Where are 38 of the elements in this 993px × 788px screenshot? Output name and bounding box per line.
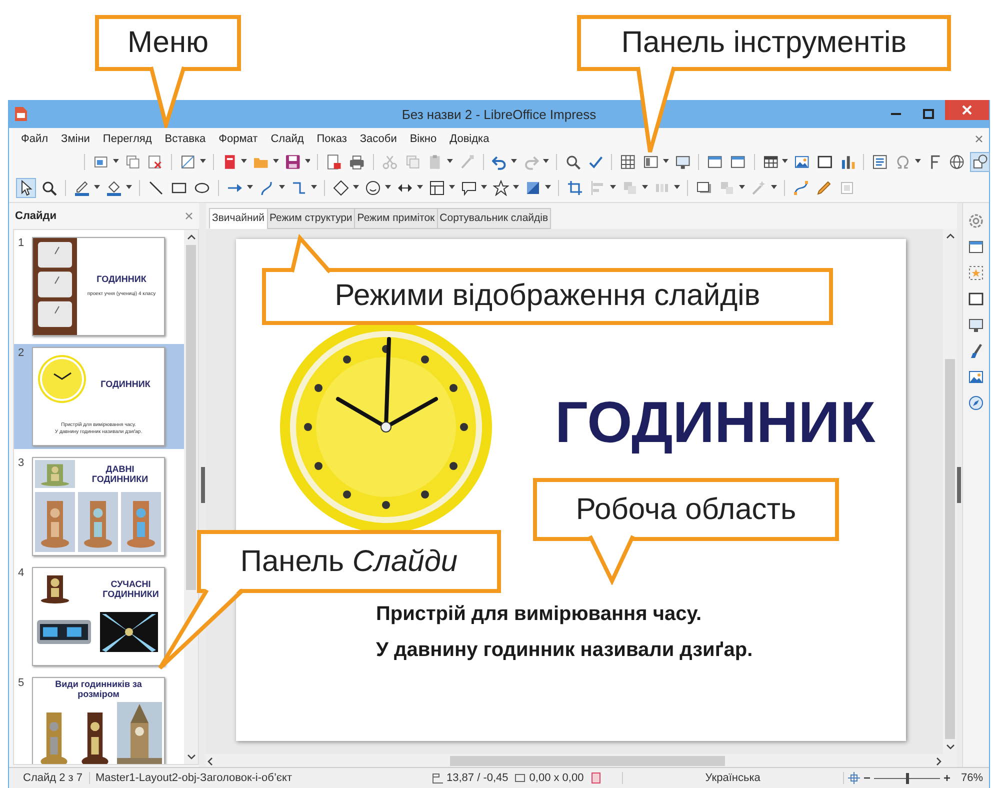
menu-item[interactable]: Вставка bbox=[158, 132, 212, 146]
menu-item[interactable]: Слайд bbox=[264, 132, 310, 146]
menu-item[interactable]: Файл bbox=[15, 132, 54, 146]
menu-item[interactable]: Вікно bbox=[404, 132, 443, 146]
menu-item[interactable]: Зміни bbox=[55, 132, 96, 146]
slide-title: ГОДИННИК bbox=[96, 275, 146, 286]
cursor-position: 13,87 / -0,45 bbox=[446, 772, 510, 784]
slide-number: 1 bbox=[18, 237, 26, 251]
menu-item[interactable]: Довідка bbox=[444, 132, 496, 146]
window-title: Без назви 2 - LibreOffice Impress bbox=[400, 106, 598, 122]
object-size: 0,00 x 0,00 bbox=[528, 772, 585, 784]
menu-item[interactable]: Перегляд bbox=[96, 132, 158, 146]
slide-number: 3 bbox=[18, 457, 26, 471]
slide-title: ГОДИННИК bbox=[554, 389, 876, 455]
slide-text: Пристрій для вимірювання часу. bbox=[376, 603, 703, 626]
view-tab[interactable]: Режим структури bbox=[266, 208, 356, 229]
slide-number: 4 bbox=[18, 567, 26, 581]
slide-title: СУЧАСНІ ГОДИННИКИ bbox=[102, 580, 160, 600]
zoom-percent: 76% bbox=[960, 772, 984, 784]
slide-thumbnail[interactable]: СУЧАСНІ ГОДИННИКИ bbox=[32, 567, 165, 666]
slide-thumbnail[interactable]: Види годинників за розміром bbox=[32, 677, 165, 764]
menu-item[interactable]: Показ bbox=[310, 132, 353, 146]
slide-thumbnail[interactable]: ДАВНІ ГОДИННИКИ bbox=[32, 457, 165, 556]
slide-number: 2 bbox=[18, 347, 26, 361]
menu-item[interactable]: Формат bbox=[212, 132, 264, 146]
view-tab[interactable]: Сортувальник слайдів bbox=[436, 208, 552, 229]
menu-item[interactable]: Засоби bbox=[354, 132, 403, 146]
panel-title: Слайди bbox=[15, 210, 57, 222]
slide-title: ГОДИННИК bbox=[100, 380, 150, 390]
view-tab[interactable]: Звичайний bbox=[209, 208, 268, 229]
slide-number: 5 bbox=[18, 677, 26, 691]
view-tab[interactable]: Режим приміток bbox=[354, 208, 438, 229]
layout-name: Master1-Layout2-obj-Заголовок-і-об’єкт bbox=[94, 772, 293, 784]
slide-counter: Слайд 2 з 7 bbox=[9, 772, 90, 784]
slide-title: Види годинників за розміром bbox=[54, 680, 143, 700]
slide-title: ДАВНІ ГОДИННИКИ bbox=[90, 465, 150, 485]
slide-text: У давнину годинник називали дзиґар. bbox=[376, 639, 754, 662]
language: Українська bbox=[622, 772, 844, 784]
